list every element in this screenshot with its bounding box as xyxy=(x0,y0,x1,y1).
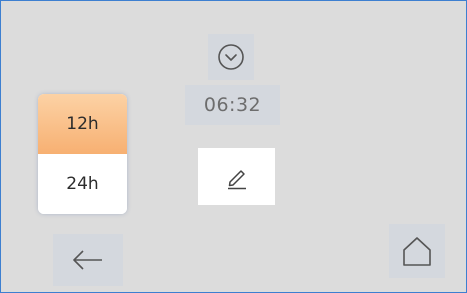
back-button[interactable] xyxy=(53,234,123,286)
format-24h-button[interactable]: 24h xyxy=(38,154,127,214)
arrow-left-icon xyxy=(73,250,102,270)
pencil-icon xyxy=(227,169,246,189)
home-icon xyxy=(403,237,431,266)
format-12h-button[interactable]: 12h xyxy=(38,94,127,154)
time-display: 06:32 xyxy=(185,85,280,125)
clock-icon xyxy=(208,34,254,80)
time-format-selector: 12h 24h xyxy=(38,94,127,214)
edit-time-button[interactable] xyxy=(198,148,275,205)
home-button[interactable] xyxy=(389,224,445,278)
clock-settings-screen: 06:32 12h 24h xyxy=(0,0,467,293)
